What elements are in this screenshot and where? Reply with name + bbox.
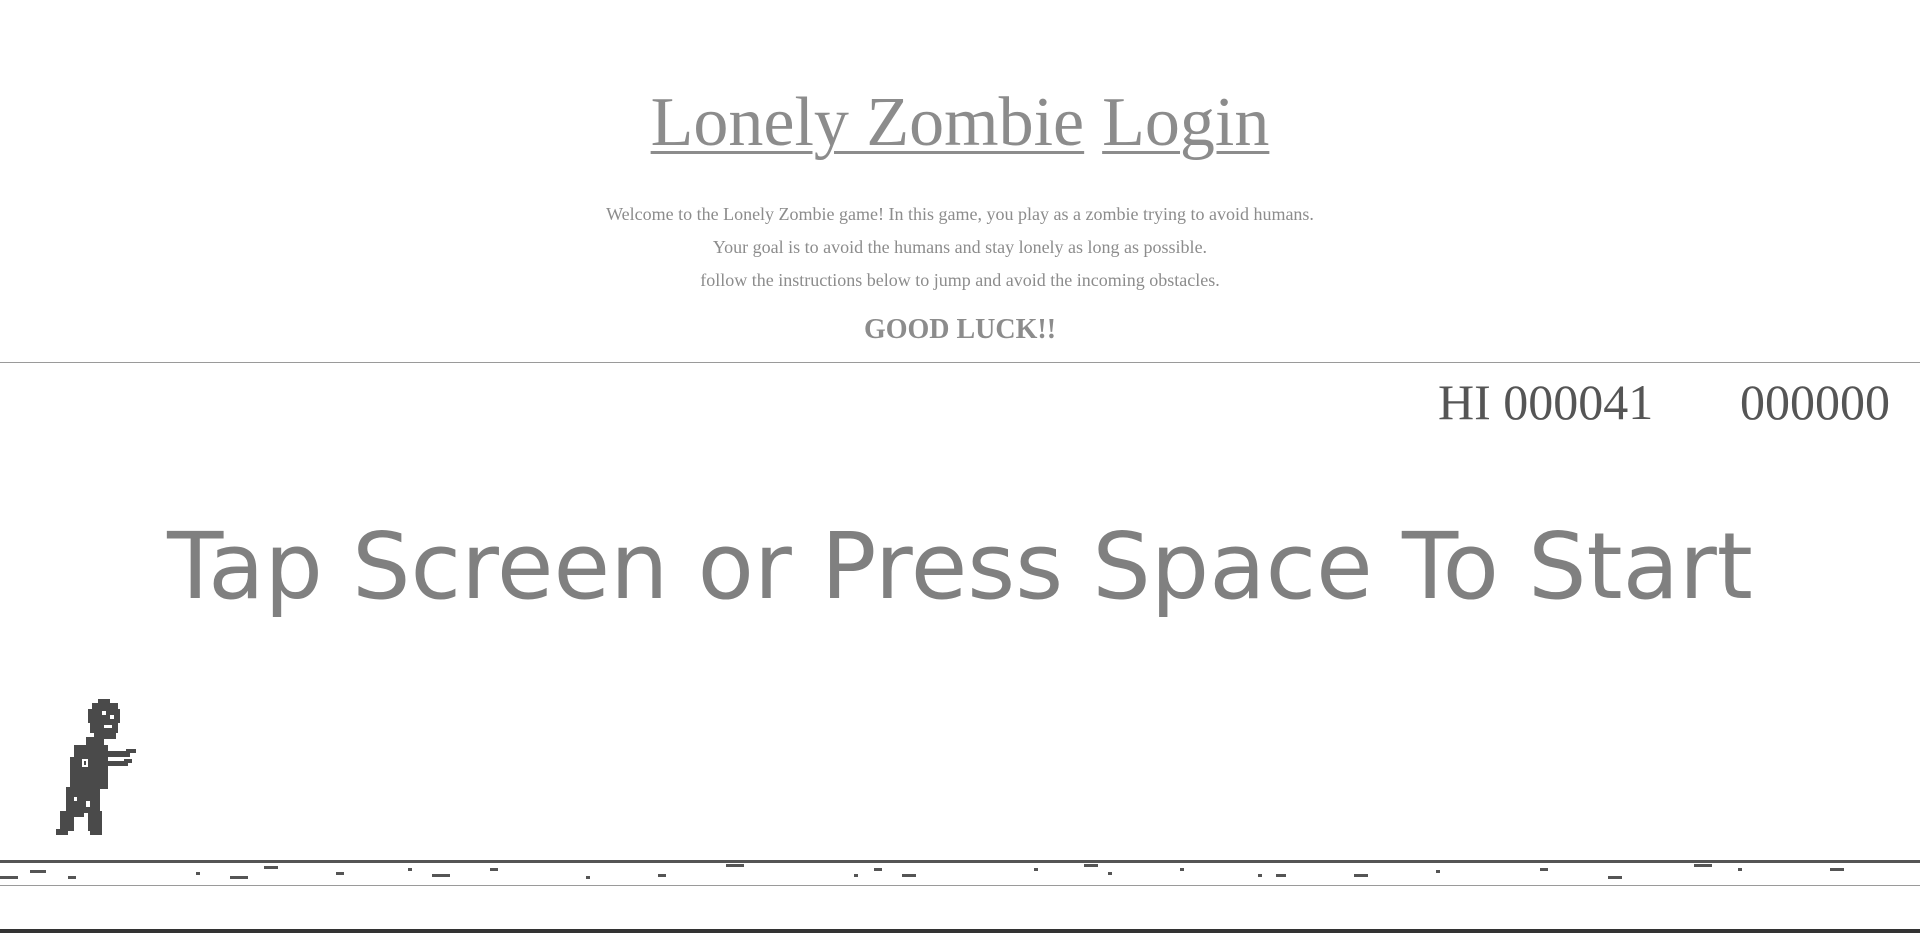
high-score: HI 000041 <box>1438 374 1654 430</box>
description-line-1: Welcome to the Lonely Zombie game! In th… <box>606 204 1314 224</box>
ground-debris <box>0 864 1844 879</box>
ground-line <box>0 860 1920 863</box>
start-message: Tap Screen or Press Space To Start <box>167 513 1753 620</box>
ground-base-line <box>0 885 1920 886</box>
lonely-zombie-link[interactable]: Lonely Zombie <box>651 84 1085 161</box>
zombie-player <box>56 699 136 835</box>
game-canvas[interactable]: HI 000041 000000 Tap Screen or Press Spa… <box>0 363 1920 933</box>
current-score: 000000 <box>1740 374 1890 430</box>
description-line-2: Your goal is to avoid the humans and sta… <box>712 237 1208 257</box>
page-title: Lonely Zombie Login <box>0 78 1920 168</box>
good-luck-text: GOOD LUCK!! <box>863 314 1057 345</box>
page-header: Lonely Zombie Login Welcome to the Lonely… <box>0 0 1920 362</box>
description-line-3: follow the instructions below to jump an… <box>700 270 1220 290</box>
login-link[interactable]: Login <box>1102 84 1269 161</box>
bottom-edge <box>0 929 1920 933</box>
ground <box>0 860 1920 886</box>
